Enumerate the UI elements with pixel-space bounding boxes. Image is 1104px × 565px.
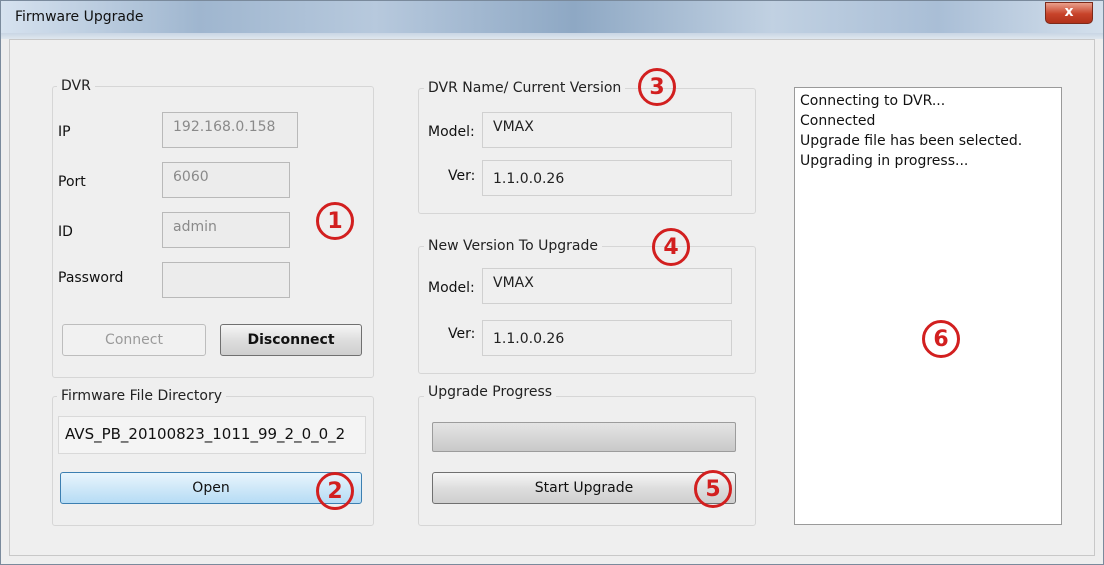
start-upgrade-button[interactable]: Start Upgrade (432, 472, 736, 504)
current-version-group-label: DVR Name/ Current Version (424, 80, 626, 96)
upgrade-progress-group-label: Upgrade Progress (424, 384, 557, 400)
password-label: Password (58, 270, 124, 286)
log-line: Upgrade file has been selected. (800, 133, 1023, 149)
dvr-group-label: DVR (57, 78, 95, 94)
log-line: Upgrading in progress... (800, 153, 969, 169)
new-ver-field: 1.1.0.0.26 (482, 320, 732, 356)
close-button[interactable]: x (1045, 2, 1093, 24)
callout-4: 4 (652, 228, 690, 266)
disconnect-button[interactable]: Disconnect (220, 324, 362, 356)
status-log: Connecting to DVR... Connected Upgrade f… (794, 87, 1062, 525)
port-label: Port (58, 174, 86, 190)
callout-5: 5 (694, 470, 732, 508)
window-title: Firmware Upgrade (15, 9, 144, 25)
new-model-field: VMAX (482, 268, 732, 304)
log-line: Connecting to DVR... (800, 93, 946, 109)
current-model-label: Model: (428, 124, 475, 140)
callout-3: 3 (638, 68, 676, 106)
ip-label: IP (58, 124, 71, 140)
log-line: Connected (800, 113, 876, 129)
current-ver-label: Ver: (448, 168, 476, 184)
id-label: ID (58, 224, 73, 240)
dialog-body: DVR IP 192.168.0.158 Port 6060 ID admin … (9, 39, 1095, 556)
firmware-upgrade-window: Firmware Upgrade x DVR IP 192.168.0.158 … (0, 0, 1104, 565)
upgrade-progress-bar (432, 422, 736, 452)
port-field[interactable]: 6060 (162, 162, 290, 198)
callout-6: 6 (922, 320, 960, 358)
firmware-file-group-label: Firmware File Directory (57, 388, 227, 404)
new-ver-label: Ver: (448, 326, 476, 342)
firmware-path-field[interactable]: AVS_PB_20100823_1011_99_2_0_0_2 (58, 416, 366, 454)
connect-button[interactable]: Connect (62, 324, 206, 356)
new-model-label: Model: (428, 280, 475, 296)
current-model-field: VMAX (482, 112, 732, 148)
id-field[interactable]: admin (162, 212, 290, 248)
new-version-group-label: New Version To Upgrade (424, 238, 602, 254)
current-ver-field: 1.1.0.0.26 (482, 160, 732, 196)
callout-1: 1 (316, 202, 354, 240)
password-field[interactable] (162, 262, 290, 298)
ip-field[interactable]: 192.168.0.158 (162, 112, 298, 148)
callout-2: 2 (316, 472, 354, 510)
title-bar[interactable]: Firmware Upgrade x (1, 1, 1103, 39)
